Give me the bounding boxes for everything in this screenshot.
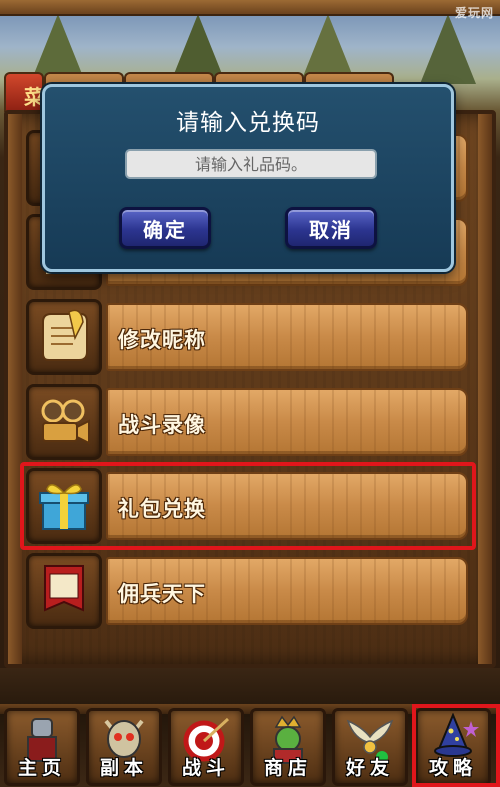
- menu-plank: 修改昵称: [106, 303, 468, 371]
- frame-pillar-left: [8, 114, 22, 664]
- nav-label: 战斗: [181, 757, 230, 779]
- menu-item-label: 战斗录像: [118, 413, 206, 437]
- nav-guide-button[interactable]: 攻略: [415, 708, 491, 786]
- nav-label: 主页: [17, 757, 66, 779]
- confirm-button[interactable]: 确定: [119, 207, 211, 249]
- redeem-code-dialog: 请输入兑换码 确定 取消: [42, 84, 454, 272]
- nav-dungeon-button[interactable]: 副本: [86, 708, 162, 786]
- menu-row-gift-redeem[interactable]: 礼包兑换: [26, 468, 470, 544]
- nav-home-button[interactable]: 主页: [4, 708, 80, 786]
- gift-code-input[interactable]: [125, 149, 377, 179]
- gift-box-icon: [26, 468, 102, 544]
- nav-friends-button[interactable]: 好友: [332, 708, 408, 786]
- dialog-title: 请输入兑换码: [176, 110, 320, 136]
- nav-battle-button[interactable]: 战斗: [168, 708, 244, 786]
- top-wood-beam: [0, 0, 500, 16]
- menu-item-label: 修改昵称: [118, 328, 206, 352]
- menu-row-battle-replay[interactable]: 战斗录像: [26, 384, 470, 460]
- menu-plank: 佣兵天下: [106, 557, 468, 625]
- menu-row-mercenary-world[interactable]: 佣兵天下: [26, 553, 470, 629]
- watermark: 爱玩网: [454, 6, 494, 20]
- nav-label: 商店: [263, 757, 312, 779]
- menu-row-rename[interactable]: 修改昵称: [26, 299, 470, 375]
- banner-icon: [26, 553, 102, 629]
- nav-label: 副本: [99, 757, 148, 779]
- tab-menu[interactable]: 菜: [4, 72, 44, 112]
- film-camera-icon: [26, 384, 102, 460]
- nav-shop-button[interactable]: 商店: [250, 708, 326, 786]
- nav-label: 好友: [345, 757, 394, 779]
- menu-plank: 战斗录像: [106, 388, 468, 456]
- nav-label: 攻略: [428, 757, 477, 779]
- frame-pillar-right: [478, 114, 492, 664]
- tab-label: 菜: [24, 85, 44, 109]
- cancel-button[interactable]: 取消: [285, 207, 377, 249]
- menu-item-label: 礼包兑换: [118, 497, 206, 521]
- scroll-quill-icon: [26, 299, 102, 375]
- menu-plank: 礼包兑换: [106, 472, 468, 540]
- menu-item-label: 佣兵天下: [118, 582, 206, 606]
